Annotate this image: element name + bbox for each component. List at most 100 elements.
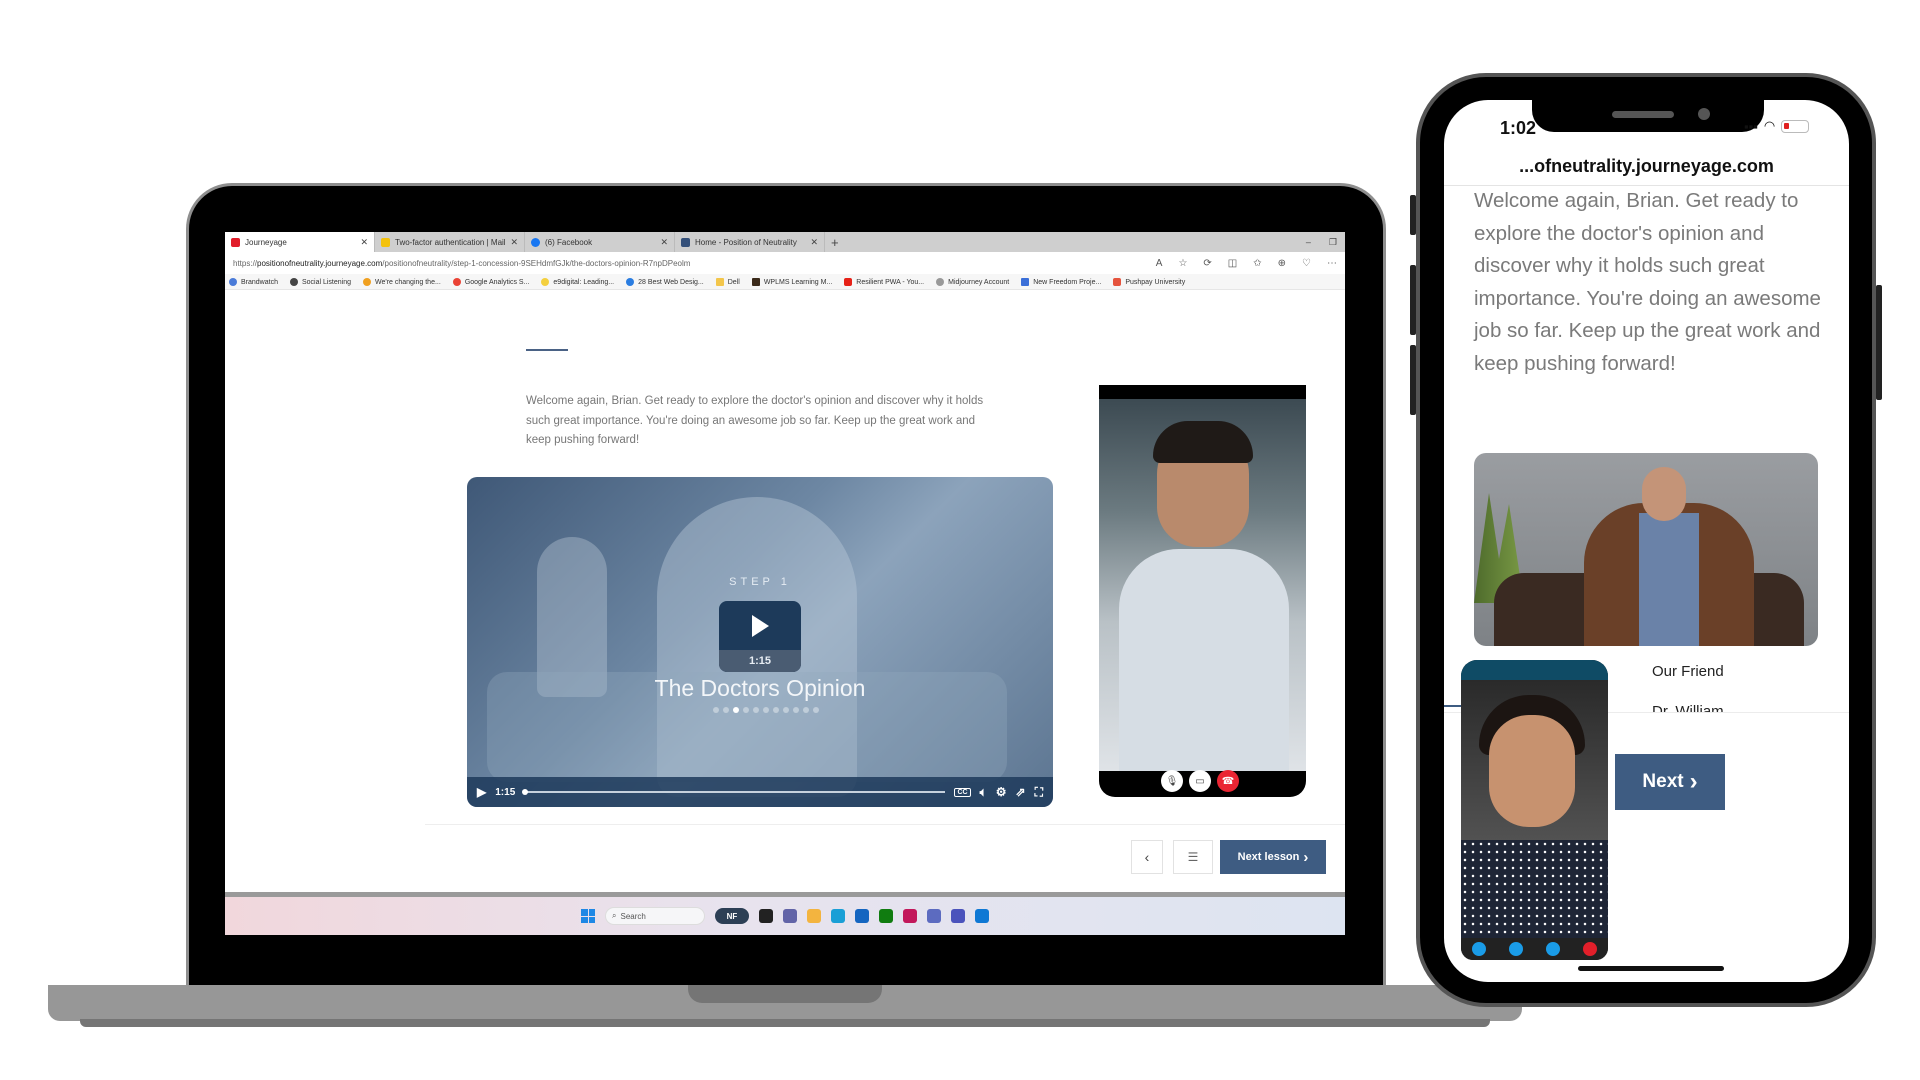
collections-icon[interactable]: ⊕ xyxy=(1278,258,1286,269)
slide-dot[interactable] xyxy=(803,707,809,713)
bookmark[interactable]: Dell xyxy=(715,277,740,286)
browser-tab[interactable]: Home - Position of Neutrality ✕ xyxy=(675,232,825,252)
close-tab-icon[interactable]: ✕ xyxy=(360,237,368,248)
tab-title: Two-factor authentication | Mailc xyxy=(395,237,506,247)
edge-icon[interactable] xyxy=(831,909,845,923)
settings-gear-icon[interactable]: ⚙ xyxy=(996,785,1007,799)
call-header xyxy=(1461,660,1608,680)
mic-icon[interactable]: 🎙︎ xyxy=(1161,770,1183,792)
address-bar[interactable]: https://positionofneutrality.journeyage.… xyxy=(225,252,1345,274)
play-button[interactable]: 1:15 xyxy=(719,601,801,672)
split-screen-icon[interactable]: ◫ xyxy=(1228,258,1237,269)
chat-icon[interactable] xyxy=(1545,942,1560,956)
previous-lesson-button[interactable]: ‹ xyxy=(1131,840,1163,874)
hang-up-icon[interactable]: ☎︎ xyxy=(1217,770,1239,792)
fullscreen-icon[interactable]: ⛶ xyxy=(1035,785,1043,800)
bookmark[interactable]: e9digital: Leading... xyxy=(541,277,614,286)
outlook-icon[interactable] xyxy=(975,909,989,923)
slide-dot[interactable] xyxy=(753,707,759,713)
bookmark[interactable]: WPLMS Learning M... xyxy=(751,277,832,286)
slide-indicator xyxy=(713,707,819,713)
lesson-list-button[interactable]: ☰ xyxy=(1173,840,1213,874)
bookmark[interactable]: Midjourney Account xyxy=(936,277,1009,286)
camera-icon[interactable]: ▭ xyxy=(1189,770,1211,792)
more-icon[interactable]: ⋯ xyxy=(1327,258,1337,269)
next-lesson-button[interactable]: Next lesson › xyxy=(1220,840,1326,874)
windows-start-icon[interactable] xyxy=(581,909,595,923)
slide-dot[interactable] xyxy=(793,707,799,713)
bookmark[interactable]: Google Analytics S... xyxy=(452,277,529,286)
captions-button[interactable]: CC xyxy=(954,787,971,797)
new-tab-button[interactable]: + xyxy=(825,235,845,250)
accent-line xyxy=(1444,705,1461,707)
restore-button[interactable]: ❐ xyxy=(1329,237,1337,248)
speaker-video-thumbnail[interactable] xyxy=(1474,453,1818,646)
bookmark[interactable]: 28 Best Web Desig... xyxy=(626,277,704,286)
close-tab-icon[interactable]: ✕ xyxy=(510,237,518,248)
chevron-right-icon: › xyxy=(1303,848,1309,866)
task-view-icon[interactable] xyxy=(759,909,773,923)
store-icon[interactable] xyxy=(855,909,869,923)
speaker-face xyxy=(1642,467,1686,521)
favorite-star-icon[interactable]: ☆ xyxy=(1178,258,1187,269)
end-call-icon[interactable] xyxy=(1582,942,1597,956)
web-design-icon xyxy=(626,277,635,286)
signal-icon[interactable] xyxy=(1509,942,1524,956)
slide-dot[interactable] xyxy=(773,707,779,713)
close-tab-icon[interactable]: ✕ xyxy=(810,237,818,248)
slide-dot[interactable] xyxy=(783,707,789,713)
extensions-icon[interactable]: ⟳ xyxy=(1203,258,1211,269)
share-icon[interactable]: ⇗ xyxy=(1016,785,1026,799)
slide-dot[interactable] xyxy=(713,707,719,713)
url-path: /positionofneutrality/step-1-concession-… xyxy=(382,258,691,268)
participant-hair xyxy=(1153,421,1253,463)
social-listening-icon xyxy=(289,277,298,286)
browser-app-icon[interactable] xyxy=(927,909,941,923)
health-icon[interactable]: ♡ xyxy=(1302,258,1311,269)
slide-dot[interactable] xyxy=(723,707,729,713)
bookmark[interactable]: Resilient PWA - You... xyxy=(844,277,924,286)
mobile-url[interactable]: ...ofneutrality.journeyage.com xyxy=(1444,156,1849,177)
slide-dot[interactable] xyxy=(733,707,739,713)
video-controls: ▶ 1:15 CC 🔈︎ ⚙ ⇗ ⛶ xyxy=(467,777,1053,807)
battery-icon xyxy=(1781,119,1810,133)
bookmark[interactable]: Brandwatch xyxy=(229,277,278,286)
laptop-screen: Journeyage ✕ Two-factor authentication |… xyxy=(225,232,1345,935)
participant-shirt xyxy=(1461,840,1608,938)
slide-dot[interactable] xyxy=(743,707,749,713)
video-icon[interactable] xyxy=(1472,942,1487,956)
minimize-button[interactable]: – xyxy=(1306,237,1311,248)
volume-icon[interactable]: 🔈︎ xyxy=(980,785,987,800)
browser-tab[interactable]: Journeyage ✕ xyxy=(225,232,375,252)
close-tab-icon[interactable]: ✕ xyxy=(660,237,668,248)
browser-tab-bar: Journeyage ✕ Two-factor authentication |… xyxy=(225,232,1345,252)
video-title: The Doctors Opinion xyxy=(654,675,866,701)
docs-icon xyxy=(1021,277,1030,286)
taskbar-search[interactable]: ⌕ Search xyxy=(605,907,705,925)
bookmark[interactable]: New Freedom Proje... xyxy=(1021,277,1101,286)
slide-dot[interactable] xyxy=(763,707,769,713)
user-badge[interactable]: NF xyxy=(715,908,749,924)
favorites-icon[interactable]: ✩ xyxy=(1253,258,1261,269)
file-explorer-icon[interactable] xyxy=(807,909,821,923)
play-icon[interactable]: ▶ xyxy=(477,785,486,799)
video-player[interactable]: STEP 1 1:15 The Doctors Opinion ▶ 1:15 C… xyxy=(467,477,1053,807)
bookmark[interactable]: Pushpay University xyxy=(1113,277,1185,286)
participant-face xyxy=(1489,715,1575,827)
xbox-icon[interactable] xyxy=(879,909,893,923)
progress-bar[interactable] xyxy=(522,789,946,795)
teams-icon[interactable] xyxy=(951,909,965,923)
bookmark[interactable]: We're changing the... xyxy=(363,277,441,286)
wifi-icon: ◠ xyxy=(1763,118,1776,133)
tab-title: (6) Facebook xyxy=(545,237,593,247)
mailchimp-icon xyxy=(381,237,390,247)
mobile-next-button[interactable]: Next › xyxy=(1615,754,1725,810)
browser-tab[interactable]: Two-factor authentication | Mailc ✕ xyxy=(375,232,525,252)
slide-dot[interactable] xyxy=(813,707,819,713)
media-app-icon[interactable] xyxy=(903,909,917,923)
chevron-right-icon: › xyxy=(1689,768,1698,795)
bookmark[interactable]: Social Listening xyxy=(289,277,351,286)
read-aloud-icon[interactable]: A xyxy=(1156,258,1163,269)
teams-chat-icon[interactable] xyxy=(783,909,797,923)
browser-tab[interactable]: (6) Facebook ✕ xyxy=(525,232,675,252)
